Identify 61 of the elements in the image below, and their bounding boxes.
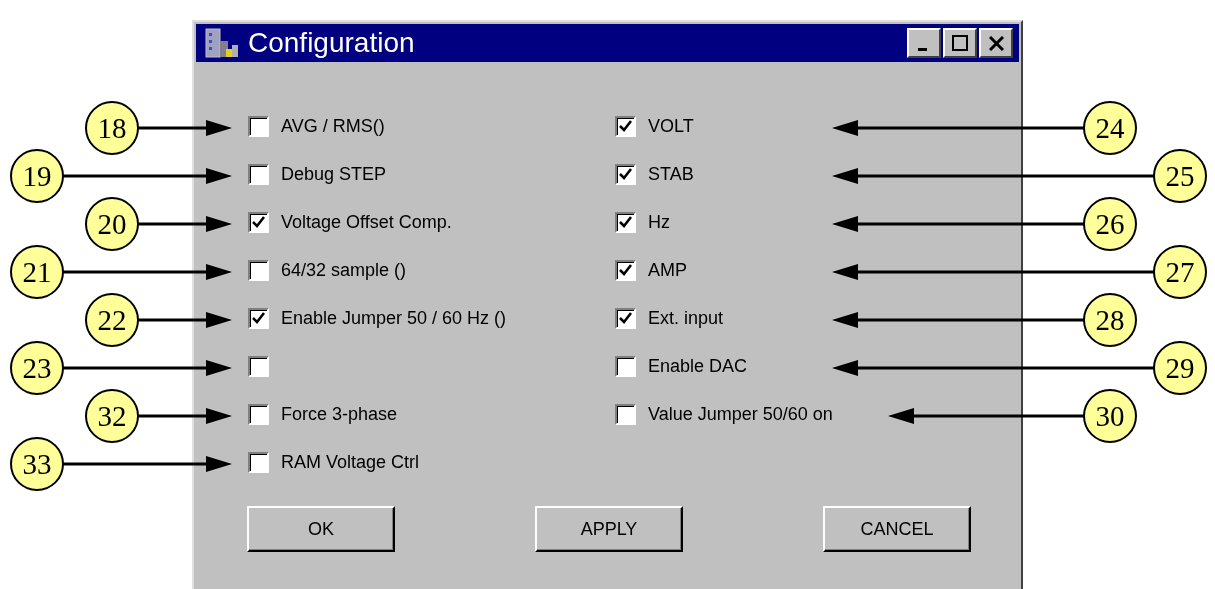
checkbox[interactable]: [248, 355, 269, 377]
close-icon: [988, 35, 1004, 51]
callout-marker: 30: [1083, 389, 1137, 443]
minimize-icon: [917, 47, 927, 51]
checkbox-label: Voltage Offset Comp.: [281, 210, 452, 234]
checkbox[interactable]: [248, 451, 269, 473]
minimize-button[interactable]: [907, 28, 941, 58]
dialog-button[interactable]: CANCEL: [823, 506, 971, 552]
checkbox-label: STAB: [648, 162, 694, 186]
checkbox[interactable]: [248, 403, 269, 425]
callout-marker: 18: [85, 101, 139, 155]
checkbox[interactable]: [615, 307, 636, 329]
checkmark-icon: [252, 216, 265, 228]
callout-marker: 25: [1153, 149, 1207, 203]
checkbox[interactable]: [615, 355, 636, 377]
checkbox-label: 64/32 sample (): [281, 258, 407, 282]
checkbox[interactable]: [248, 163, 269, 185]
callout-marker: 20: [85, 197, 139, 251]
dialog-button[interactable]: OK: [247, 506, 395, 552]
checkbox[interactable]: [248, 307, 269, 329]
callout-marker: 22: [85, 293, 139, 347]
checkbox-label: Debug STEP: [281, 162, 387, 186]
checkbox-label: AVG / RMS(): [281, 114, 385, 138]
maximize-icon: [952, 35, 968, 51]
checkbox-label: VOLT: [648, 114, 694, 138]
checkbox[interactable]: [248, 115, 269, 137]
checkmark-icon: [619, 216, 632, 228]
callout-marker: 26: [1083, 197, 1137, 251]
checkbox-label: Enable Jumper 50 / 60 Hz (): [281, 306, 507, 330]
checkmark-icon: [619, 312, 632, 324]
checkbox-label: Value Jumper 50/60 on: [648, 402, 833, 426]
checkbox[interactable]: [615, 259, 636, 281]
close-button[interactable]: [979, 28, 1013, 58]
checkbox[interactable]: [615, 115, 636, 137]
maximize-button[interactable]: [943, 28, 977, 58]
callout-marker: 21: [10, 245, 64, 299]
callout-marker: 28: [1083, 293, 1137, 347]
window-title: Configuration: [248, 29, 416, 57]
checkbox-label: Force 3-phase: [281, 402, 398, 426]
checkbox-label: Enable DAC: [648, 354, 748, 378]
checkmark-icon: [252, 312, 265, 324]
callout-marker: 29: [1153, 341, 1207, 395]
checkbox[interactable]: [615, 211, 636, 233]
callout-marker: 33: [10, 437, 64, 491]
checkbox-label: Hz: [648, 210, 670, 234]
callout-marker: 24: [1083, 101, 1137, 155]
checkbox[interactable]: [615, 403, 636, 425]
checkbox[interactable]: [248, 259, 269, 281]
checkbox-label: Ext. input: [648, 306, 724, 330]
checkbox-label: AMP: [648, 258, 687, 282]
callout-marker: 23: [10, 341, 64, 395]
checkbox[interactable]: [248, 211, 269, 233]
checkbox-label: RAM Voltage Ctrl: [281, 450, 420, 474]
dialog-button[interactable]: APPLY: [535, 506, 683, 552]
checkmark-icon: [619, 168, 632, 180]
checkmark-icon: [619, 120, 632, 132]
checkbox[interactable]: [615, 163, 636, 185]
callout-marker: 19: [10, 149, 64, 203]
callout-marker: 32: [85, 389, 139, 443]
callout-marker: 27: [1153, 245, 1207, 299]
checkmark-icon: [619, 264, 632, 276]
